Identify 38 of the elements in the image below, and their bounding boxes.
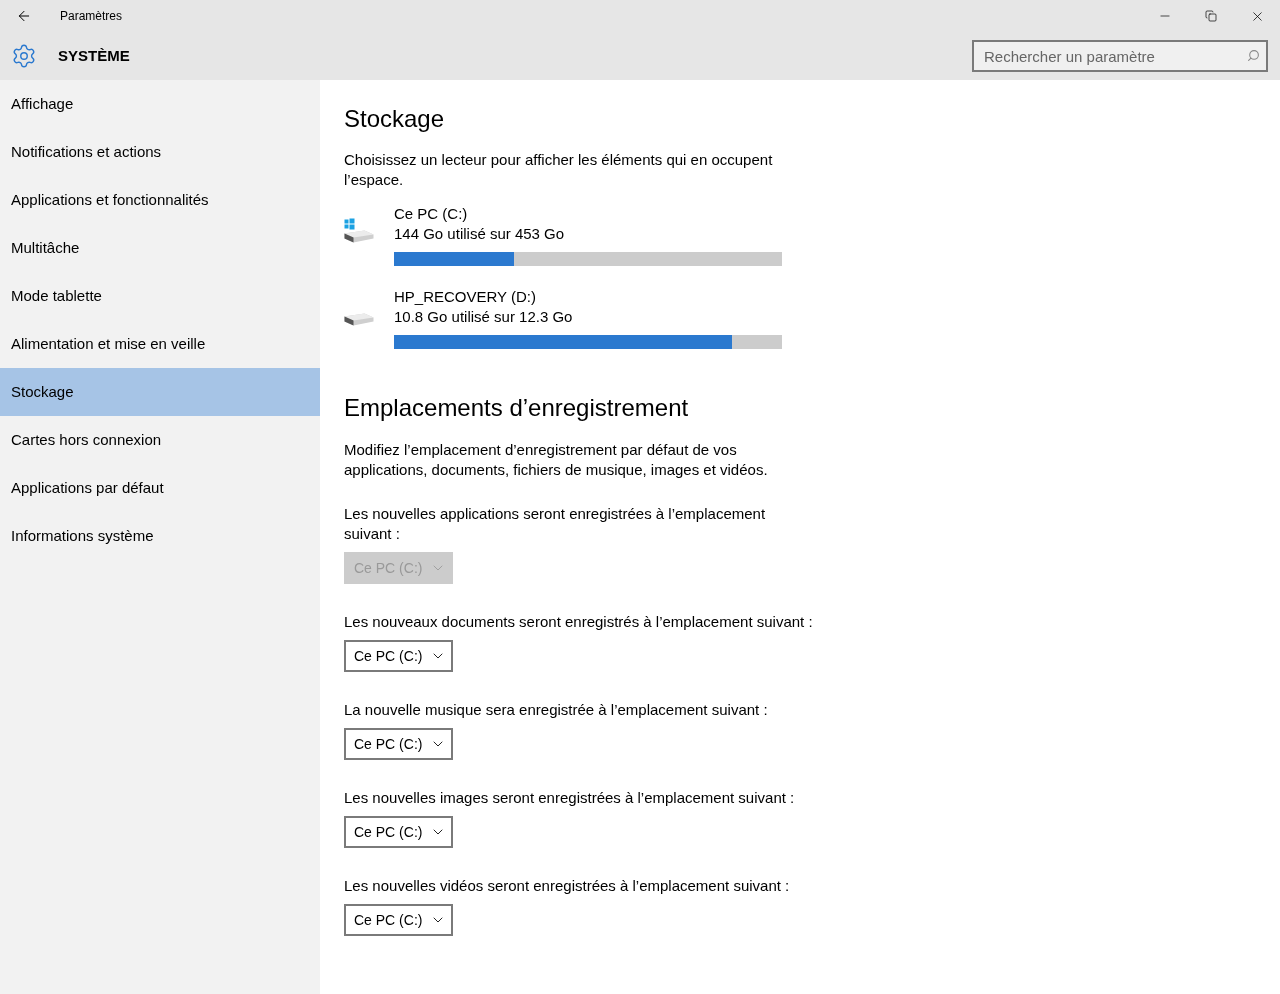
drive-dropdown[interactable]: Ce PC (C:)	[344, 728, 453, 760]
drive-name: HP_RECOVERY (D:)	[394, 287, 537, 307]
drive-name: Ce PC (C:)	[394, 204, 469, 224]
sidebar-item[interactable]: Notifications et actions	[0, 128, 320, 176]
drive-icon	[344, 313, 374, 326]
back-arrow-icon	[16, 8, 32, 24]
drive-dropdown[interactable]: Ce PC (C:)	[344, 904, 453, 936]
setting-label: Les nouveaux documents seront enregistrés à l’emplacement suivant :	[344, 612, 814, 632]
description: Choisissez un lecteur pour afficher les éléments qui en occupent l’espace.	[344, 150, 774, 190]
sidebar-item[interactable]: Affichage	[0, 80, 320, 128]
setting-label: Les nouvelles applications seront enregistrées à l’emplacement suivant :	[344, 504, 767, 544]
restore-icon	[1205, 10, 1217, 22]
section-heading: Emplacements d’enregistrement	[344, 393, 690, 423]
search-icon	[1247, 49, 1260, 62]
section-title: SYSTÈME	[58, 45, 130, 66]
sidebar-item[interactable]: Multitâche	[0, 224, 320, 272]
drive-dropdown[interactable]: Ce PC (C:)	[344, 816, 453, 848]
settings-icon	[11, 43, 37, 69]
setting-label: Les nouvelles vidéos seront enregistrées à l’emplacement suivant :	[344, 876, 791, 896]
drive-dropdown[interactable]: Ce PC (C:)	[344, 640, 453, 672]
sidebar-item[interactable]: Applications et fonctionnalités	[0, 176, 320, 224]
drive-usage: 144 Go utilisé sur 453 Go	[394, 224, 566, 244]
sidebar-item[interactable]: Mode tablette	[0, 272, 320, 320]
drive-item[interactable]: Ce PC (C:) 144 Go utilisé sur 453 Go	[344, 204, 1280, 266]
sidebar-item[interactable]: Alimentation et mise en veille	[0, 320, 320, 368]
sidebar-item[interactable]: Cartes hors connexion	[0, 416, 320, 464]
windows-drive-icon	[344, 218, 374, 243]
window-title: Paramètres	[60, 8, 123, 25]
drive-usage: 10.8 Go utilisé sur 12.3 Go	[394, 307, 574, 327]
setting-label: La nouvelle musique sera enregistrée à l’emplacement suivant :	[344, 700, 769, 720]
search-field[interactable]: Rechercher un paramètre	[972, 40, 1268, 72]
setting-label: Les nouvelles images seront enregistrées à l’emplacement suivant :	[344, 788, 796, 808]
sidebar-item[interactable]: Stockage	[0, 368, 320, 416]
drive-item[interactable]: HP_RECOVERY (D:) 10.8 Go utilisé sur 12.3 Go	[344, 287, 1280, 349]
sidebar-item[interactable]: Informations système	[0, 512, 320, 560]
page-heading: Stockage	[344, 104, 446, 134]
sidebar-item[interactable]: Applications par défaut	[0, 464, 320, 512]
description: Modifiez l’emplacement d’enregistrement par défaut de vos applications, documents, fichiers de musique, images et vidéos.	[344, 440, 769, 480]
